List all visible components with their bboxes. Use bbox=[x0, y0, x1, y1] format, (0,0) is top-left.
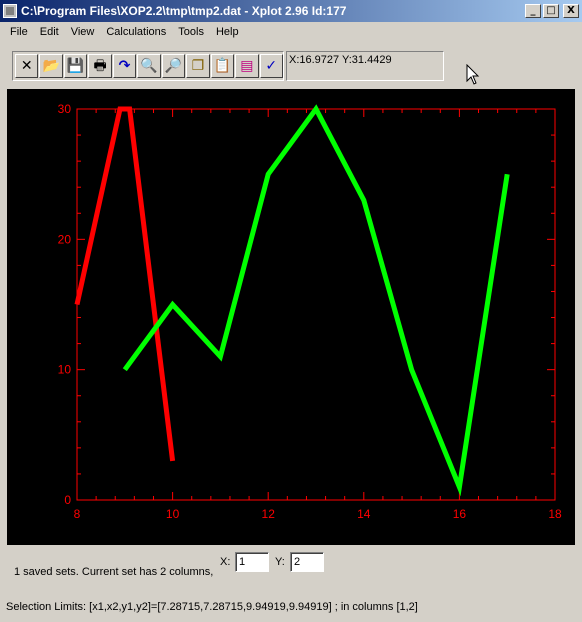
menu-help[interactable]: Help bbox=[210, 24, 245, 40]
menu-view[interactable]: View bbox=[65, 24, 101, 40]
y-column-input[interactable] bbox=[290, 552, 324, 572]
clipboard-icon: 📋 bbox=[213, 58, 232, 74]
y-tick-label: 10 bbox=[58, 363, 72, 377]
window-title: C:\Program Files\XOP2.2\tmp\tmp2.dat - X… bbox=[21, 4, 347, 18]
x-tick-label: 14 bbox=[357, 507, 371, 521]
selection-limits: Selection Limits: [x1,x2,y1,y2]=[7.28715… bbox=[6, 601, 418, 613]
copy-icon: ❐ bbox=[191, 58, 205, 74]
zoom-out-icon: 🔍 bbox=[140, 58, 158, 74]
menu-edit[interactable]: Edit bbox=[34, 24, 65, 40]
exit-button[interactable]: ✕ bbox=[15, 54, 39, 78]
menu-tools[interactable]: Tools bbox=[172, 24, 210, 40]
x-tick-label: 18 bbox=[548, 507, 562, 521]
coordinate-readout: X:16.9727 Y:31.4429 bbox=[286, 51, 444, 81]
maximize-button[interactable]: □ bbox=[543, 4, 559, 18]
y-tick-label: 20 bbox=[58, 232, 72, 246]
print-button[interactable]: 🖶 bbox=[88, 54, 112, 78]
refresh-button[interactable]: ↷ bbox=[112, 54, 137, 78]
chart-button[interactable]: ▤ bbox=[235, 54, 259, 78]
exit-icon: ✕ bbox=[20, 58, 33, 74]
check-button[interactable]: ✓ bbox=[259, 54, 283, 78]
app-icon[interactable] bbox=[3, 4, 17, 18]
zoom-out-button[interactable]: 🔍 bbox=[137, 54, 161, 78]
zoom-in-icon: 🔎 bbox=[164, 58, 183, 74]
sets-status: 1 saved sets. Current set has 2 columns, bbox=[14, 566, 214, 578]
open-folder-icon: 📂 bbox=[42, 58, 60, 74]
x-column-label: X: bbox=[220, 556, 231, 568]
open-button[interactable]: 📂 bbox=[39, 54, 63, 78]
y-tick-label: 0 bbox=[64, 493, 71, 507]
refresh-icon: ↷ bbox=[118, 58, 131, 74]
minimize-button[interactable]: _ bbox=[525, 4, 541, 18]
x-tick-label: 16 bbox=[453, 507, 467, 521]
x-column-input[interactable] bbox=[235, 552, 269, 572]
plot-area[interactable]: 8 10 12 14 16 18 0 10 20 30 bbox=[7, 89, 575, 545]
menu-bar: File Edit View Calculations Tools Help bbox=[0, 22, 582, 42]
menu-file[interactable]: File bbox=[4, 24, 34, 40]
save-button[interactable]: 💾 bbox=[63, 54, 88, 78]
x-tick-label: 8 bbox=[74, 507, 81, 521]
menu-calculations[interactable]: Calculations bbox=[100, 24, 172, 40]
save-icon: 💾 bbox=[66, 58, 85, 74]
toolbar: ✕ 📂 💾 🖶 ↷ 🔍 🔎 ❐ 📋 ▤ ✓ bbox=[12, 51, 284, 81]
close-button[interactable]: X bbox=[563, 4, 579, 18]
chart-icon: ▤ bbox=[240, 58, 254, 74]
y-tick-label: 30 bbox=[58, 102, 72, 116]
plot-frame bbox=[76, 108, 556, 501]
print-icon: 🖶 bbox=[93, 58, 107, 74]
mouse-cursor-icon bbox=[466, 64, 480, 85]
series-1-line bbox=[74, 106, 176, 462]
title-bar[interactable]: C:\Program Files\XOP2.2\tmp\tmp2.dat - X… bbox=[0, 0, 582, 22]
check-icon: ✓ bbox=[265, 58, 278, 74]
x-tick-label: 10 bbox=[166, 507, 180, 521]
series-2-line bbox=[122, 104, 510, 497]
x-tick-label: 12 bbox=[262, 507, 276, 521]
clipboard-button[interactable]: 📋 bbox=[210, 54, 235, 78]
copy-button[interactable]: ❐ bbox=[186, 54, 210, 78]
y-column-label: Y: bbox=[275, 556, 285, 568]
line-chart[interactable]: 8 10 12 14 16 18 0 10 20 30 bbox=[7, 89, 575, 545]
zoom-in-button[interactable]: 🔎 bbox=[161, 54, 186, 78]
